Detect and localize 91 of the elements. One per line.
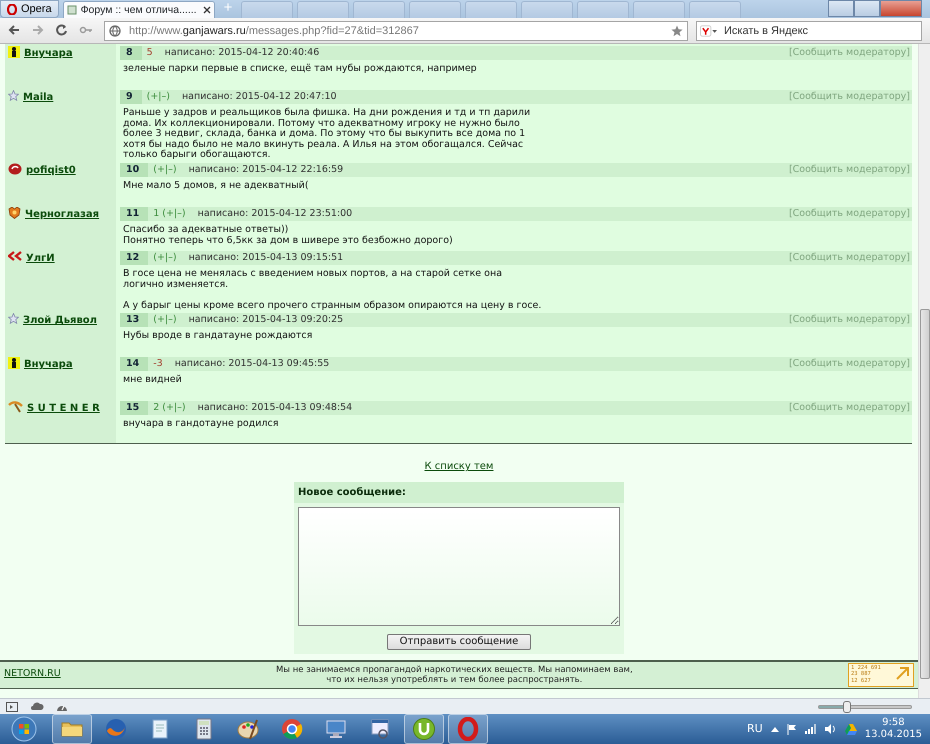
browser-tab[interactable]: Форум :: чем отлича...... bbox=[62, 1, 215, 18]
forward-icon[interactable] bbox=[31, 23, 45, 38]
post-number: 9 bbox=[120, 90, 142, 104]
url-text: http://www.ganjawars.ru/messages.php?fid=27&tid=312867 bbox=[129, 24, 419, 38]
arrow-icon bbox=[894, 664, 911, 681]
post-rating[interactable]: 1 (+|–) bbox=[148, 206, 198, 221]
opera-menu-button[interactable]: Opera bbox=[0, 0, 59, 18]
clock-time[interactable]: 9:58 bbox=[864, 717, 922, 729]
triangle-icon[interactable] bbox=[844, 724, 857, 734]
post-number: 12 bbox=[120, 250, 148, 265]
post-text: Мне мало 5 домов, я не адекватный( bbox=[123, 180, 310, 192]
language-indicator[interactable]: RU bbox=[747, 720, 763, 738]
author-link[interactable]: pofiqist0 bbox=[26, 162, 76, 178]
post-date: написано: 2015-04-13 09:15:51 bbox=[188, 250, 344, 265]
post-date: написано: 2015-04-12 22:16:59 bbox=[188, 162, 344, 177]
tab-title: Форум :: чем отлича...... bbox=[80, 3, 197, 18]
post-number: 15 bbox=[120, 401, 148, 416]
form-title: Новое сообщение: bbox=[294, 482, 624, 503]
post-date: написано: 2015-04-13 09:20:25 bbox=[188, 313, 344, 328]
post-rating[interactable]: (+|–) bbox=[148, 313, 189, 328]
post-number: 11 bbox=[120, 206, 148, 221]
address-field[interactable]: http://www.ganjawars.ru/messages.php?fid=27&tid=312867 bbox=[104, 20, 688, 40]
star-badge-icon bbox=[8, 90, 19, 101]
post-rating[interactable]: -3 bbox=[148, 357, 175, 372]
close-button[interactable] bbox=[880, 0, 922, 17]
taskbar-button[interactable] bbox=[448, 714, 488, 744]
globe-icon bbox=[104, 717, 128, 741]
post-text: Раньше у задров и реальщиков была фишка. На дни рождения и тд и тп дарили дома. Их коллекционировали. Потому что адекватному игроку не нужно было более 3 недвиг, склада, банка и дома. По этому что бы выкупить все дома по 1 хотя бы надо было не мало вкинуть реала. А Илья на этом обогащался. Сейчас только барыги обогащаются. bbox=[123, 108, 532, 161]
post-number: 10 bbox=[120, 162, 148, 177]
post-rating[interactable]: 2 (+|–) bbox=[148, 401, 198, 416]
figure-icon bbox=[8, 357, 20, 370]
post-number: 8 bbox=[120, 46, 142, 60]
post-text: Понятно теперь что 6,5кк за дом в шивере это безбожно дорого) bbox=[123, 236, 454, 246]
author-link[interactable]: Внучара bbox=[24, 46, 73, 61]
post-rating[interactable]: 5 bbox=[142, 46, 165, 60]
author-link[interactable]: УлгИ bbox=[26, 250, 55, 266]
post-text: мне видней bbox=[123, 375, 183, 386]
clock-date[interactable]: 13.04.2015 bbox=[864, 729, 922, 741]
author-link[interactable]: Внучара bbox=[24, 357, 73, 372]
back-icon[interactable] bbox=[7, 23, 21, 38]
back-to-topics-link[interactable]: К списку тем bbox=[424, 461, 494, 472]
wheel-icon bbox=[280, 717, 304, 741]
site-link[interactable]: NETORN.RU bbox=[4, 667, 61, 682]
crest-icon bbox=[8, 206, 21, 219]
start-orb-icon bbox=[11, 716, 37, 742]
post-date: написано: 2015-04-12 20:47:10 bbox=[182, 90, 337, 104]
disclaimer-text: Мы не занимаемся пропагандой наркотических веществ. Мы напоминаем вам, что их нельзя употреблять и тем более распространять. bbox=[274, 664, 634, 685]
post-date: написано: 2015-04-13 09:45:55 bbox=[174, 357, 330, 372]
taskbar-button[interactable] bbox=[52, 714, 92, 744]
post-text: В госе цена не менялась с введением новых портов, а на старой сетке она логично изменяется. bbox=[123, 268, 504, 290]
post-number: 13 bbox=[120, 313, 148, 328]
badge-icon bbox=[412, 717, 436, 741]
message-field[interactable] bbox=[298, 506, 620, 626]
author-link[interactable]: Maila bbox=[23, 90, 54, 105]
slider-thumb[interactable] bbox=[842, 700, 851, 712]
star-icon[interactable] bbox=[671, 24, 683, 36]
post-number: 14 bbox=[120, 357, 148, 372]
taskbar-button[interactable] bbox=[404, 714, 444, 744]
star-badge-icon bbox=[8, 313, 19, 324]
post-date: написано: 2015-04-13 09:48:54 bbox=[198, 401, 352, 416]
post-rating[interactable]: (+|–) bbox=[148, 250, 189, 265]
globe-icon bbox=[109, 24, 121, 36]
post-date: написано: 2015-04-12 23:51:00 bbox=[198, 206, 352, 221]
panel-icon[interactable] bbox=[6, 702, 18, 712]
minimize-button[interactable] bbox=[828, 0, 854, 17]
post-text: Спасибо за адекватные ответы)) bbox=[123, 224, 290, 236]
volume-icon[interactable] bbox=[824, 724, 837, 734]
cloud-icon[interactable] bbox=[30, 702, 44, 711]
post-text: А у барыг цены кроме всего прочего странным образом опираются на цену в госе. bbox=[123, 300, 542, 312]
post-text: Нубы вроде в гандатауне рождаются bbox=[123, 331, 314, 342]
post-rating[interactable]: (+|–) bbox=[142, 90, 182, 104]
scrollbar-thumb[interactable] bbox=[920, 309, 930, 679]
palette-icon bbox=[236, 717, 260, 741]
show-hidden-icon[interactable] bbox=[770, 726, 779, 732]
submit-button[interactable]: Отправить сообщение bbox=[386, 634, 532, 650]
ring-icon bbox=[456, 717, 480, 741]
figure-icon bbox=[8, 46, 20, 58]
flag-icon[interactable] bbox=[786, 724, 797, 734]
signal-icon[interactable] bbox=[804, 724, 817, 734]
page-icon bbox=[66, 5, 77, 15]
maximize-button[interactable] bbox=[854, 0, 880, 17]
close-icon[interactable] bbox=[202, 6, 211, 14]
post-text: зеленые парки первые в списке, ещё там нубы рождаются, например bbox=[123, 64, 478, 75]
post-date: написано: 2015-04-12 20:40:46 bbox=[164, 46, 320, 60]
pickaxe-icon bbox=[8, 401, 23, 414]
post-text: внучара в гандотауне родился bbox=[123, 419, 280, 430]
reload-icon[interactable] bbox=[55, 23, 69, 38]
post-rating[interactable]: (+|–) bbox=[148, 162, 189, 177]
logo-icon bbox=[7, 4, 17, 14]
double-chevron-icon bbox=[8, 250, 22, 261]
disc-icon bbox=[8, 162, 22, 175]
